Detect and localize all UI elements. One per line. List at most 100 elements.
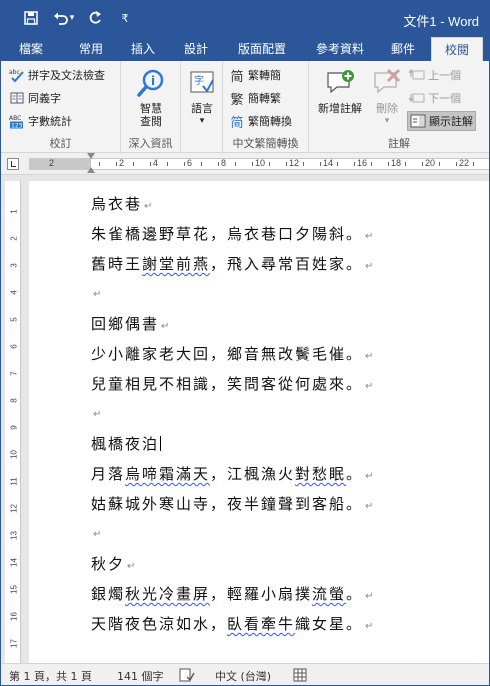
paragraph-mark-icon: ↵: [127, 561, 136, 572]
ruler-tick: [116, 162, 117, 166]
line-text: 兒童相見不相識，笑問客從何處來。: [91, 375, 364, 393]
ruler-tick: [303, 162, 304, 166]
ruler-tick: [235, 162, 236, 166]
next-comment-icon: [409, 90, 425, 106]
ruler-tick: [439, 162, 440, 166]
new-comment-icon: [324, 67, 356, 99]
smart-lookup-icon: i: [135, 67, 167, 99]
tab-layout[interactable]: 版面配置: [231, 37, 293, 61]
smart-lookup-button[interactable]: i 智慧 查閱: [131, 67, 171, 128]
line-text: 烏衣巷: [91, 195, 143, 213]
svg-text:abc: abc: [9, 69, 20, 76]
show-comments-button[interactable]: 顯示註解: [407, 111, 476, 131]
document-line: 秋夕 ↵: [91, 553, 135, 574]
tab-home[interactable]: 常用: [71, 37, 111, 61]
thesaurus-book-icon: [9, 90, 25, 106]
paragraph-mark-icon: ↵: [365, 381, 374, 392]
vertical-ruler-number: 13: [9, 531, 19, 540]
trad-to-simp-icon: 简: [230, 69, 244, 85]
line-text: 少小離家老大回，鄉音無改鬢毛催。: [91, 345, 364, 363]
ruler-tick: [150, 162, 151, 166]
ruler-number: 16: [357, 158, 368, 168]
language-status[interactable]: 中文 (台灣): [215, 668, 271, 684]
document-line: 少小離家老大回，鄉音無改鬢毛催。 ↵: [91, 343, 373, 364]
ruler-tick: [286, 162, 287, 166]
title-bar: ▾ ₹ 文件1 - Word: [1, 1, 489, 37]
first-line-indent-marker[interactable]: [87, 153, 95, 159]
trad-to-simp-button[interactable]: 简 繁轉簡: [229, 67, 281, 85]
ruler-number: 20: [425, 158, 436, 168]
document-line: ↵: [91, 523, 101, 541]
svg-text:ABC: ABC: [9, 115, 21, 122]
paragraph-mark-icon: ↵: [93, 529, 102, 540]
paragraph-mark-icon: ↵: [93, 289, 102, 300]
save-icon[interactable]: [21, 8, 41, 28]
ruler-tick: [184, 162, 185, 166]
ruler-tick: [337, 162, 338, 166]
vertical-ruler-number: 1: [9, 209, 19, 214]
ruler-tick: [405, 162, 406, 166]
vertical-ruler-number: 9: [9, 425, 19, 430]
tab-review[interactable]: 校閱: [431, 37, 483, 61]
tab-mailings[interactable]: 郵件: [383, 37, 423, 61]
new-comment-button[interactable]: 新增註解: [313, 67, 367, 115]
text-cursor: [160, 436, 162, 451]
redo-icon[interactable]: [85, 8, 105, 28]
ribbon-tabs: 檔案 常用 插入 設計 版面配置 參考資料 郵件 校閱: [1, 37, 489, 61]
simp-to-trad-button[interactable]: 繁 簡轉繁: [229, 90, 281, 108]
macro-record-icon[interactable]: [293, 668, 307, 685]
tab-references[interactable]: 參考資料: [309, 37, 371, 61]
chinese-conversion-button[interactable]: 简 繁簡轉換: [229, 113, 292, 131]
paragraph-mark-icon: ↵: [161, 321, 170, 332]
line-text: 織女星。: [295, 615, 364, 633]
simp-to-trad-icon: 繁: [230, 92, 244, 108]
vertical-ruler-number: 7: [9, 371, 19, 376]
document-line: 天階夜色涼如水，臥看牽牛織女星。 ↵: [91, 613, 373, 634]
word-count-status[interactable]: 141 個字: [117, 668, 164, 684]
language-button[interactable]: 字 語言 ▾: [185, 67, 219, 128]
line-text: 。: [346, 585, 364, 603]
line-text: ，飛入尋常百姓家。: [210, 255, 364, 273]
vertical-ruler-number: 16: [9, 612, 19, 621]
spelling-grammar-button[interactable]: abc 拼字及文法檢查: [9, 67, 105, 83]
document-line: 月落烏啼霜滿天，江楓漁火對愁眠。 ↵: [91, 463, 373, 484]
proofing-status-icon[interactable]: [179, 668, 195, 685]
document-line: 楓橋夜泊: [91, 433, 162, 454]
vertical-ruler-number: 14: [9, 558, 19, 567]
ruler-number: 6: [187, 158, 193, 168]
word-count-icon: ABC 123: [9, 113, 25, 129]
paragraph-mark-icon: ↵: [365, 501, 374, 512]
word-count-button[interactable]: ABC 123 字數統計: [9, 113, 72, 129]
tab-selector-icon[interactable]: [7, 158, 19, 170]
page-count[interactable]: 第 1 頁，共 1 頁: [9, 668, 92, 684]
hanging-indent-marker[interactable]: [87, 167, 95, 173]
ribbon: abc 拼字及文法檢查 同義字 ABC 123 字數統計 校訂 i 智慧 查閱 …: [1, 61, 489, 153]
line-text: 銀燭: [91, 585, 126, 603]
thesaurus-button[interactable]: 同義字: [9, 90, 61, 106]
vertical-ruler-number: 11: [9, 477, 19, 486]
group-label-proofing: 校訂: [49, 137, 72, 150]
ruler-number: 8: [221, 158, 227, 168]
horizontal-ruler[interactable]: 2 2 4 6 8 10 12 14 16 18 20 22: [1, 153, 489, 175]
tab-insert[interactable]: 插入: [123, 37, 163, 61]
line-text: 秋夕: [91, 555, 126, 573]
customize-qat-icon[interactable]: ₹: [115, 8, 135, 28]
document-line: 朱雀橋邊野草花，烏衣巷口夕陽斜。 ↵: [91, 223, 373, 244]
group-insights: i 智慧 查閱 深入資訊: [121, 61, 181, 153]
document-page[interactable]: 烏衣巷 ↵ 朱雀橋邊野草花，烏衣巷口夕陽斜。 ↵ 舊時王謝堂前燕，飛入尋常百姓家。 ↵ ↵ 回…: [29, 181, 489, 663]
ruler-tick: [252, 162, 253, 166]
paragraph-mark-icon: ↵: [365, 591, 374, 602]
ruler-tick: [354, 162, 355, 166]
document-line: 姑蘇城外寒山寺，夜半鐘聲到客船。 ↵: [91, 493, 373, 514]
tab-design[interactable]: 設計: [176, 37, 216, 61]
paragraph-mark-icon: ↵: [365, 351, 374, 362]
vertical-ruler[interactable]: 1 2 3 4 5 6 7 8 9 10 11 12 13 14 15 16 17: [5, 181, 21, 663]
svg-text:i: i: [151, 74, 155, 88]
tab-file[interactable]: 檔案: [11, 37, 51, 61]
document-line: 回鄉偶書 ↵: [91, 313, 169, 334]
previous-comment-button[interactable]: 上一個: [409, 67, 461, 83]
next-comment-button[interactable]: 下一個: [409, 90, 461, 106]
delete-comment-button[interactable]: 刪除 ▾: [367, 67, 407, 128]
undo-dropdown-icon[interactable]: ▾: [67, 8, 77, 28]
ruler-number: 12: [289, 158, 300, 168]
